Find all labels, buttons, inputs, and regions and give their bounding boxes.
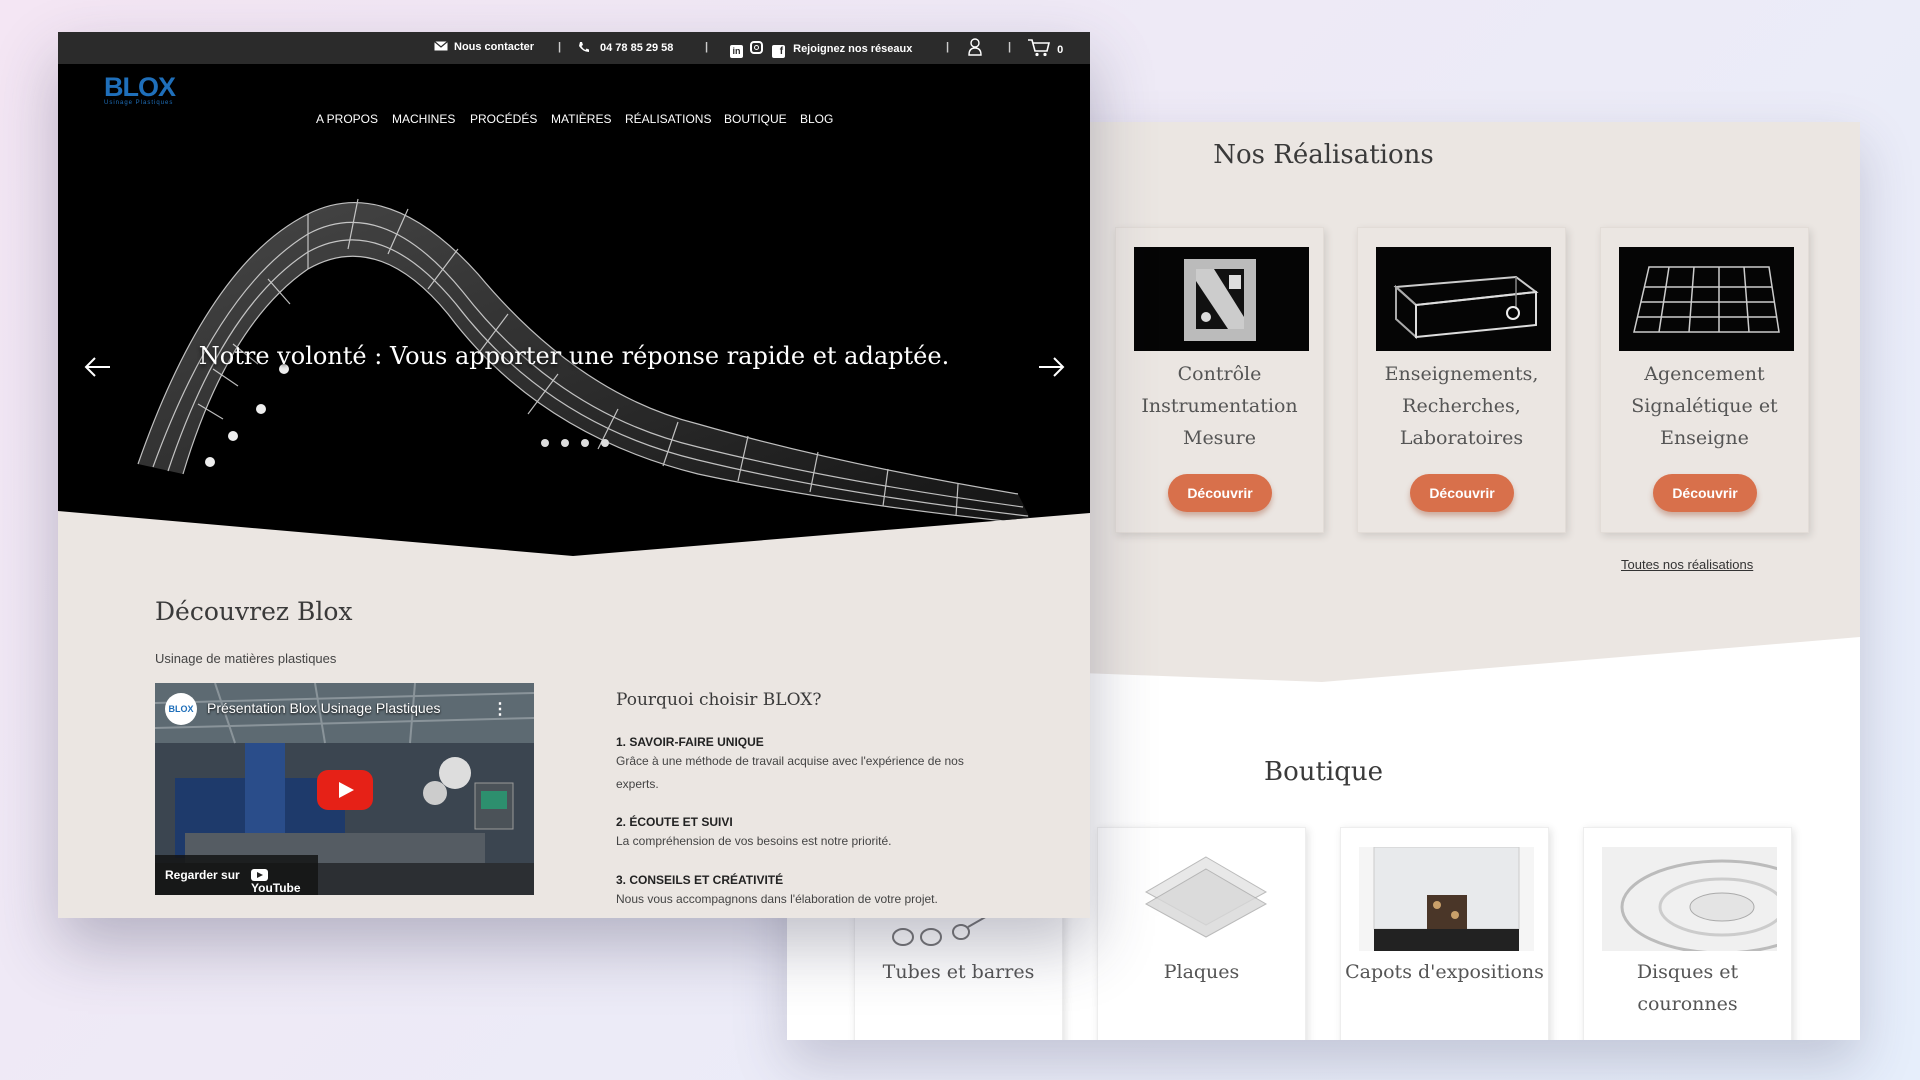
nav-boutique[interactable]: BOUTIQUE	[724, 112, 787, 126]
slider-dot-3[interactable]	[581, 439, 589, 447]
realisation-image-agencement	[1619, 247, 1794, 351]
linkedin-icon[interactable]: in	[730, 45, 743, 58]
mail-icon	[434, 41, 448, 51]
shop-card-plaques[interactable]: Plaques	[1097, 827, 1306, 1040]
blox-logo[interactable]: BLOX Usinage Plastiques	[104, 72, 176, 106]
main-navigation: BLOX Usinage Plastiques A PROPOS MACHINE…	[58, 64, 1090, 126]
all-realisations-link[interactable]: Toutes nos réalisations	[1621, 557, 1753, 572]
shop-label-capots: Capots d'expositions	[1345, 961, 1544, 983]
slider-dot-2[interactable]	[561, 439, 569, 447]
top-bar: Nous contacter | 04 78 85 29 58 | in f Re…	[58, 32, 1090, 64]
hero-caption: Notre volonté : Vous apporter une répons…	[198, 342, 950, 370]
video-channel-logo: BLOX	[165, 693, 197, 725]
point-title-2: 2. ÉCOUTE ET SUIVI	[616, 815, 733, 829]
shop-card-disques[interactable]: Disques et couronnes	[1583, 827, 1792, 1040]
cart-icon	[1028, 39, 1051, 57]
facebook-icon[interactable]: f	[772, 45, 786, 58]
watch-on-youtube-button[interactable]: Regarder sur YouTube	[155, 855, 318, 895]
point-text-2: La compréhension de vos besoins est notr…	[616, 834, 892, 848]
phone-link[interactable]: 04 78 85 29 58	[578, 41, 673, 54]
video-more-icon[interactable]: ⋮	[492, 699, 508, 719]
realisation-label-1: Contrôle Instrumentation Mesure	[1141, 363, 1298, 449]
shop-image-disques	[1602, 847, 1777, 951]
user-account-icon[interactable]	[968, 38, 982, 59]
topbar-separator: |	[558, 41, 562, 53]
discover-subtitle: Usinage de matières plastiques	[155, 651, 337, 666]
slider-dots	[541, 434, 621, 452]
nav-blog[interactable]: BLOG	[800, 112, 833, 126]
topbar-separator: |	[1008, 41, 1012, 53]
shop-label-disques: Disques et couronnes	[1636, 961, 1739, 1015]
realisation-card-3: Agencement Signalétique et Enseigne Déco…	[1600, 227, 1809, 533]
shop-label-tubes: Tubes et barres	[882, 961, 1035, 983]
video-title[interactable]: Présentation Blox Usinage Plastiques	[207, 700, 440, 716]
cart-count: 0	[1057, 44, 1064, 56]
decouvrir-button-3[interactable]: Découvrir	[1653, 474, 1757, 512]
nav-realisations[interactable]: RÉALISATIONS	[625, 112, 711, 126]
instagram-icon[interactable]	[750, 41, 764, 54]
point-title-3: 3. CONSEILS ET CRÉATIVITÉ	[616, 873, 784, 887]
realisation-image-instrumentation	[1134, 247, 1309, 351]
why-choose-title: Pourquoi choisir BLOX?	[616, 690, 822, 710]
nav-machines[interactable]: MACHINES	[392, 112, 455, 126]
realisation-card-1: Contrôle Instrumentation Mesure Découvri…	[1115, 227, 1324, 533]
slider-dot-1[interactable]	[541, 439, 549, 447]
decouvrir-button-1[interactable]: Découvrir	[1168, 474, 1272, 512]
contact-link[interactable]: Nous contacter	[434, 41, 534, 53]
realisation-image-laboratoires	[1376, 247, 1551, 351]
realisation-card-2: Enseignements, Recherches, Laboratoires …	[1357, 227, 1566, 533]
topbar-separator: |	[946, 41, 950, 53]
youtube-video-embed[interactable]: BLOX Présentation Blox Usinage Plastique…	[155, 683, 534, 895]
decouvrir-button-2[interactable]: Découvrir	[1410, 474, 1514, 512]
cart-button[interactable]: 0	[1028, 39, 1063, 57]
point-title-1: 1. SAVOIR-FAIRE UNIQUE	[616, 735, 764, 749]
point-text-1: Grâce à une méthode de travail acquise a…	[616, 754, 964, 791]
realisation-label-3: Agencement Signalétique et Enseigne	[1631, 363, 1778, 449]
social-links: in f Rejoignez nos réseaux	[730, 41, 912, 58]
phone-icon	[579, 42, 589, 52]
nav-matieres[interactable]: MATIÈRES	[551, 112, 611, 126]
point-text-3: Nous vous accompagnons dans l'élaboratio…	[616, 892, 938, 906]
hero-slider: BLOX Usinage Plastiques A PROPOS MACHINE…	[58, 64, 1090, 556]
youtube-logo-icon	[251, 868, 268, 881]
hero-image-acrylic-grid	[137, 198, 1034, 525]
nav-a-propos[interactable]: A PROPOS	[316, 112, 378, 126]
topbar-separator: |	[705, 41, 709, 53]
realisation-label-2: Enseignements, Recherches, Laboratoires	[1384, 363, 1539, 449]
front-window-screenshot: Nous contacter | 04 78 85 29 58 | in f Re…	[58, 32, 1090, 918]
shop-label-plaques: Plaques	[1163, 961, 1240, 983]
shop-card-capots[interactable]: Capots d'expositions	[1340, 827, 1549, 1040]
discover-title: Découvrez Blox	[155, 597, 353, 626]
youtube-play-icon[interactable]	[317, 770, 373, 810]
shop-image-plaques	[1116, 847, 1291, 951]
shop-image-capots	[1359, 847, 1534, 951]
nav-procedes[interactable]: PROCÉDÉS	[470, 112, 537, 126]
slider-dot-4[interactable]	[601, 439, 609, 447]
